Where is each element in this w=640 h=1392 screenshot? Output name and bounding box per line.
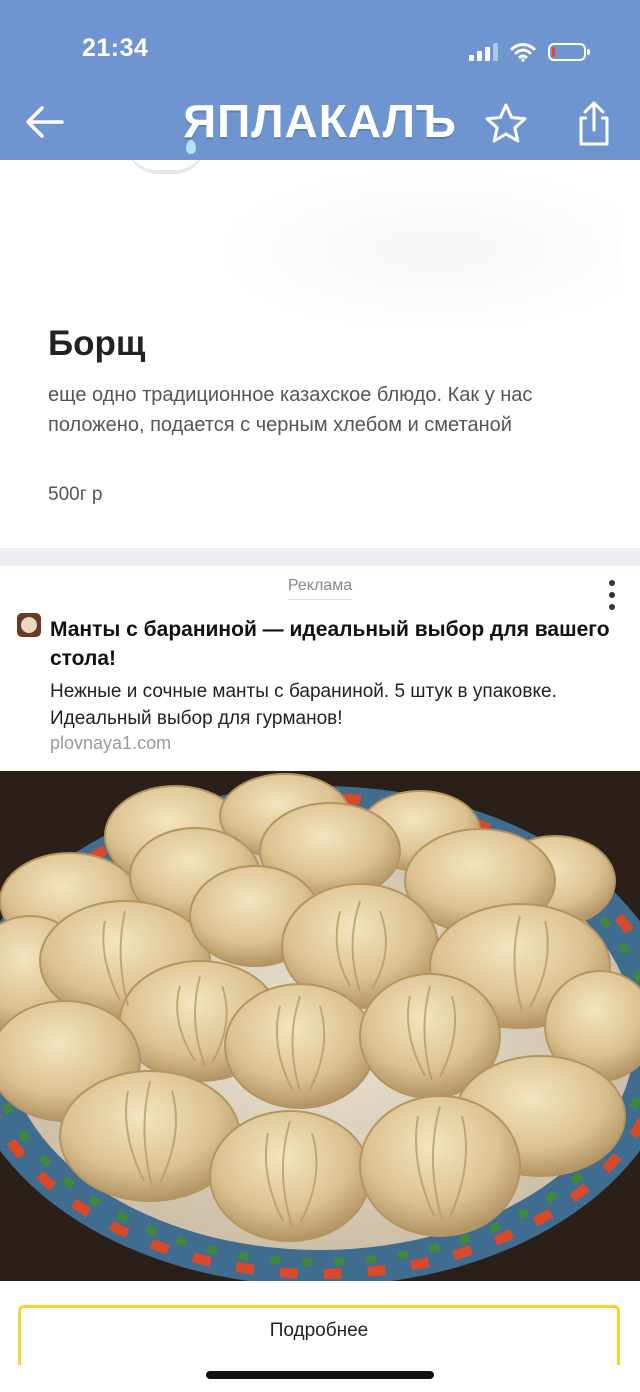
dish-title: Борщ — [48, 324, 146, 363]
ad-image[interactable] — [0, 771, 640, 1281]
share-button[interactable] — [574, 100, 614, 148]
star-icon — [485, 103, 527, 143]
cellular-signal-icon — [469, 43, 498, 61]
ad-label-text: Реклама — [287, 577, 353, 600]
learn-more-button[interactable]: Подробнее — [18, 1305, 620, 1365]
share-icon — [579, 101, 609, 146]
more-options-button[interactable] — [600, 580, 624, 620]
logo-drop-icon — [186, 140, 196, 154]
manti-plate-illustration — [0, 771, 640, 1281]
ad-description: Нежные и сочные манты с бараниной. 5 шту… — [50, 681, 557, 729]
ad-title[interactable]: Манты с бараниной — идеальный выбор для … — [50, 615, 610, 673]
home-indicator[interactable] — [206, 1371, 434, 1379]
dish-description: еще одно традиционное казахское блюдо. К… — [48, 384, 533, 436]
status-time: 21:34 — [82, 34, 149, 62]
battery-icon — [548, 43, 590, 61]
wifi-icon — [510, 43, 536, 62]
battery-level — [552, 47, 555, 57]
advertiser-favicon-icon — [17, 613, 41, 637]
section-divider — [0, 548, 640, 566]
dish-price: 500г р — [48, 484, 103, 505]
learn-more-label: Подробнее — [269, 1320, 369, 1341]
ad-domain[interactable]: plovnaya1.com — [50, 733, 171, 754]
top-navigation-bar: 21:34 ЯПЛАКАЛЪ — [0, 0, 640, 160]
favorite-button[interactable] — [484, 102, 528, 146]
site-logo[interactable]: ЯПЛАКАЛЪ — [0, 94, 640, 148]
status-icons — [469, 40, 590, 64]
ad-label: Реклама — [0, 577, 640, 600]
